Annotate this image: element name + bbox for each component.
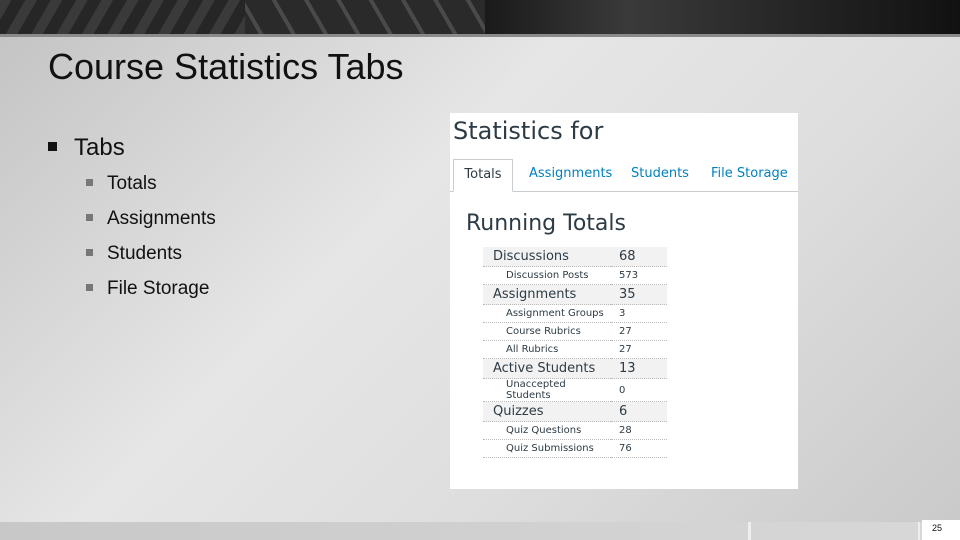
page-number: 25 (932, 523, 943, 533)
tab-assignments[interactable]: Assignments (529, 159, 612, 191)
square-bullet-icon (48, 142, 57, 151)
totals-row-label: Assignment Groups (483, 304, 611, 323)
totals-row: Assignment Groups 3 (483, 304, 667, 323)
square-bullet-icon (86, 179, 93, 186)
totals-row-label: Discussion Posts (483, 266, 611, 285)
sub-bullet-text: Assignments (107, 208, 216, 229)
banner-texture-left (0, 0, 245, 34)
totals-row: Quiz Submissions 76 (483, 439, 667, 458)
totals-row: Quizzes 6 (483, 401, 667, 422)
totals-row-value: 0 (611, 378, 667, 402)
header-banner-image (0, 0, 960, 34)
totals-row-value: 27 (611, 340, 667, 359)
totals-row-value: 27 (611, 322, 667, 341)
sub-bullet-totals: Totals (48, 166, 216, 201)
totals-row: Unaccepted Students 0 (483, 378, 667, 402)
running-totals-title: Running Totals (466, 211, 626, 236)
footer-bar (0, 522, 960, 540)
totals-row-value: 28 (611, 421, 667, 440)
sub-bullet-text: Totals (107, 173, 157, 194)
totals-row-label: Discussions (483, 247, 611, 267)
totals-row-label: Quiz Questions (483, 421, 611, 440)
tab-students[interactable]: Students (631, 159, 689, 191)
banner-texture-middle (245, 0, 485, 34)
sub-bullet-text: File Storage (107, 278, 210, 299)
tab-file-storage[interactable]: File Storage (711, 159, 788, 191)
totals-row-label: Active Students (483, 358, 611, 379)
slide-title: Course Statistics Tabs (48, 46, 404, 87)
bullet-item-tabs: Tabs (48, 130, 216, 166)
totals-row-value: 35 (611, 284, 667, 305)
totals-row-label: Quiz Submissions (483, 439, 611, 458)
totals-row-value: 6 (611, 401, 667, 422)
bullet-text: Tabs (74, 134, 125, 161)
totals-row-label: Assignments (483, 284, 611, 305)
totals-row-value: 68 (611, 247, 667, 267)
totals-row-value: 13 (611, 358, 667, 379)
totals-row: Assignments 35 (483, 284, 667, 305)
sub-bullet-assignments: Assignments (48, 201, 216, 236)
totals-row: Active Students 13 (483, 358, 667, 379)
totals-row-label: Course Rubrics (483, 322, 611, 341)
totals-row: Discussion Posts 573 (483, 266, 667, 285)
statistics-heading: Statistics for (453, 117, 604, 145)
square-bullet-icon (86, 249, 93, 256)
totals-row-value: 3 (611, 304, 667, 323)
footer-divider (748, 522, 751, 540)
tab-totals[interactable]: Totals (453, 159, 513, 192)
totals-row: Discussions 68 (483, 247, 667, 267)
running-totals-table: Discussions 68 Discussion Posts 573 Assignme… (483, 247, 667, 458)
totals-row: Course Rubrics 27 (483, 322, 667, 341)
sub-bullet-students: Students (48, 236, 216, 271)
totals-row: Quiz Questions 28 (483, 421, 667, 440)
totals-row-label: All Rubrics (483, 340, 611, 359)
totals-row-label: Unaccepted Students (483, 378, 611, 402)
bullet-list: Tabs Totals Assignments Students File St… (48, 130, 216, 306)
square-bullet-icon (86, 214, 93, 221)
totals-row: All Rubrics 27 (483, 340, 667, 359)
sub-bullet-file-storage: File Storage (48, 271, 216, 306)
totals-row-label: Quizzes (483, 401, 611, 422)
statistics-tab-bar: Totals Assignments Students File Storage (450, 159, 798, 192)
footer-divider (918, 522, 920, 540)
square-bullet-icon (86, 284, 93, 291)
totals-row-value: 76 (611, 439, 667, 458)
sub-bullet-text: Students (107, 243, 182, 264)
banner-texture-right (485, 0, 960, 34)
header-divider (0, 34, 960, 37)
statistics-screenshot: Statistics for Totals Assignments Studen… (450, 113, 798, 489)
totals-row-value: 573 (611, 266, 667, 285)
